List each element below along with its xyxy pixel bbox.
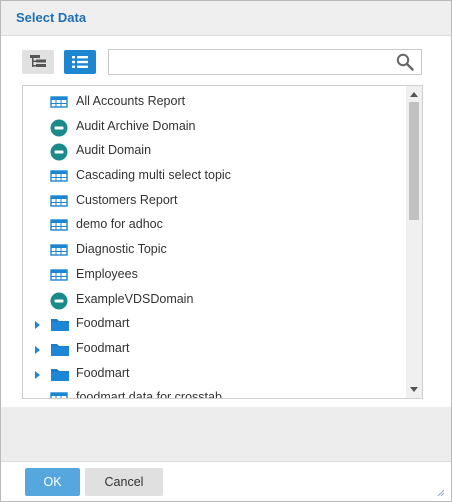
tree-view-icon [30, 55, 46, 67]
expand-arrow-icon[interactable] [35, 370, 40, 379]
list-item[interactable]: All Accounts Report [23, 90, 403, 115]
dialog-body-spacer [1, 407, 451, 461]
list-item[interactable]: Audit Archive Domain [23, 115, 403, 140]
search-input[interactable] [109, 50, 389, 74]
list-item[interactable]: Foodmart [23, 312, 403, 337]
dialog-title: Select Data [16, 10, 87, 25]
list-item-label: Employees [76, 266, 138, 281]
list-item[interactable]: Foodmart [23, 337, 403, 362]
list-view-button[interactable] [64, 50, 96, 74]
list-item-label: Foodmart [76, 340, 130, 355]
cancel-button[interactable]: Cancel [85, 468, 163, 496]
domain-icon [50, 119, 68, 137]
list-item-label: Audit Domain [76, 143, 152, 158]
search-icon[interactable] [396, 53, 414, 71]
tree-view-button[interactable] [22, 50, 54, 74]
ok-button[interactable]: OK [25, 468, 80, 496]
expand-arrow-icon[interactable] [35, 321, 40, 330]
report-table-icon [50, 217, 68, 233]
select-data-dialog: Select Data All Accounts Report Audit Ar… [0, 0, 452, 502]
report-table-icon [50, 94, 68, 110]
domain-icon [50, 143, 68, 161]
list-item[interactable]: Audit Domain [23, 139, 403, 164]
list-item[interactable]: ExampleVDSDomain [23, 288, 403, 313]
list-item-label: foodmart data for crosstab [76, 390, 222, 399]
search-box [108, 49, 422, 75]
folder-icon [50, 341, 69, 357]
dialog-titlebar: Select Data [1, 1, 451, 36]
list-item[interactable]: demo for adhoc [23, 213, 403, 238]
list-item-label: Audit Archive Domain [76, 118, 196, 133]
list-item-label: demo for adhoc [76, 217, 163, 232]
report-table-icon [50, 168, 68, 184]
list-item-label: Foodmart [76, 365, 130, 380]
report-table-icon [50, 267, 68, 283]
dialog-footer: OK Cancel [1, 461, 451, 501]
report-table-icon [50, 193, 68, 209]
expand-arrow-icon[interactable] [35, 345, 40, 354]
list-rows: All Accounts Report Audit Archive Domain A… [23, 90, 403, 399]
list-item-label: All Accounts Report [76, 94, 186, 108]
list-view-icon [72, 56, 88, 68]
domain-icon [50, 292, 68, 309]
list-item-label: Cascading multi select topic [76, 168, 231, 183]
vertical-scrollbar[interactable] [406, 86, 422, 398]
list-item[interactable]: Diagnostic Topic [23, 238, 403, 263]
scroll-up-arrow-icon[interactable] [410, 92, 418, 97]
scrollbar-thumb[interactable] [409, 102, 419, 220]
folder-icon [50, 366, 69, 382]
list-item[interactable]: Customers Report [23, 189, 403, 214]
list-item-label: ExampleVDSDomain [76, 291, 194, 306]
list-item[interactable]: Cascading multi select topic [23, 164, 403, 189]
scroll-down-arrow-icon[interactable] [410, 387, 418, 392]
report-table-icon [50, 242, 68, 258]
list-item-label: Foodmart [76, 316, 130, 331]
list-item-label: Diagnostic Topic [76, 242, 167, 257]
data-source-list[interactable]: All Accounts Report Audit Archive Domain A… [22, 85, 423, 399]
resize-grip-icon[interactable] [437, 489, 445, 497]
report-table-icon [50, 390, 68, 398]
list-item-label: Customers Report [76, 192, 178, 207]
list-item[interactable]: Foodmart [23, 362, 403, 387]
list-item[interactable]: Employees [23, 263, 403, 288]
folder-icon [50, 316, 69, 332]
list-item[interactable]: foodmart data for crosstab [23, 386, 403, 399]
